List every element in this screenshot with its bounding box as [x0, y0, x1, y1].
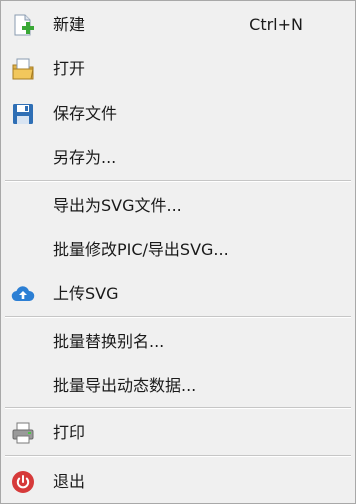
menu-separator: [5, 180, 351, 182]
menu-item-save-as[interactable]: 另存为...: [1, 140, 355, 176]
menu-separator: [5, 316, 351, 318]
open-folder-icon: [11, 57, 35, 81]
menu-item-label: 保存文件: [53, 104, 118, 123]
menu-item-batch-replace-alias[interactable]: 批量替换别名...: [1, 324, 355, 360]
menu-item-save[interactable]: 保存文件: [1, 96, 355, 132]
new-file-icon: [11, 13, 35, 37]
menu-separator: [5, 407, 351, 409]
menu-item-export-svg[interactable]: 导出为SVG文件...: [1, 188, 355, 224]
menu-item-label: 批量修改PIC/导出SVG...: [53, 240, 229, 259]
power-icon: [11, 470, 35, 494]
menu-separator: [5, 455, 351, 457]
menu-item-label: 批量替换别名...: [53, 332, 165, 351]
menu-item-label: 新建: [53, 15, 86, 34]
menu-item-print[interactable]: 打印: [1, 415, 355, 451]
menu-item-batch-export-dynamic-data[interactable]: 批量导出动态数据...: [1, 368, 355, 404]
printer-icon: [11, 421, 35, 445]
menu-item-label: 另存为...: [53, 148, 117, 167]
menu-item-label: 上传SVG: [53, 284, 119, 303]
menu-item-upload-svg[interactable]: 上传SVG: [1, 276, 355, 312]
shortcut-label: Ctrl+N: [249, 15, 303, 34]
menu-item-new[interactable]: 新建 Ctrl+N: [1, 7, 355, 43]
file-context-menu: 新建 Ctrl+N 打开 保存文件 另存为... 导出为SVG文件... 批量修…: [0, 0, 356, 504]
menu-item-batch-modify-pic[interactable]: 批量修改PIC/导出SVG...: [1, 232, 355, 268]
menu-item-open[interactable]: 打开: [1, 51, 355, 87]
menu-item-label: 批量导出动态数据...: [53, 376, 197, 395]
menu-item-exit[interactable]: 退出: [1, 464, 355, 500]
menu-item-label: 打开: [53, 59, 86, 78]
menu-item-label: 打印: [53, 423, 86, 442]
save-icon: [11, 102, 35, 126]
menu-item-label: 导出为SVG文件...: [53, 196, 182, 215]
cloud-upload-icon: [11, 282, 35, 306]
menu-item-label: 退出: [53, 472, 86, 491]
